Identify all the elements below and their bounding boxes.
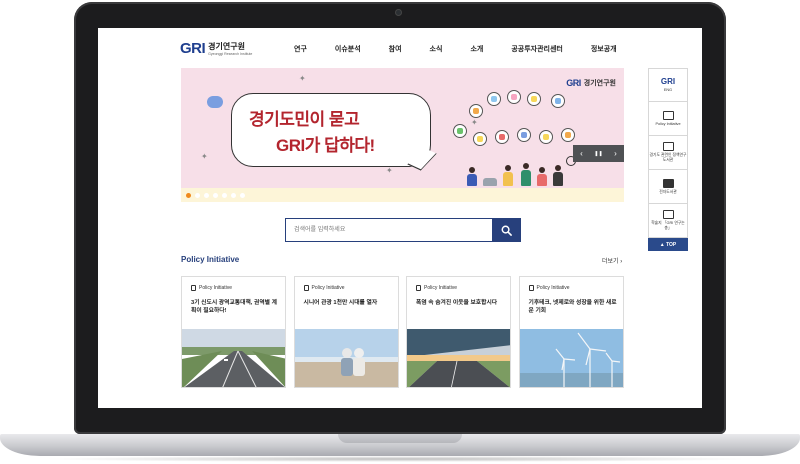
card-title: 기후테크, 넷제로와 성장을 위한 새로운 기회 [528, 300, 617, 314]
person-figure [521, 170, 531, 186]
sun-icon [561, 128, 575, 142]
sparkle-icon: ✦ [201, 152, 208, 161]
policy-card-list: Policy Initiative 3기 신도시 광역교통대책, 권역별 계획이… [181, 276, 624, 388]
search-button[interactable] [492, 218, 521, 242]
banner-headline-line2: GRI가 답하다! [276, 136, 375, 155]
quick-item-e-library[interactable]: 전자도서관 [648, 170, 688, 204]
card-image-highway [182, 329, 285, 387]
banner-brand-text: 경기연구원 [583, 80, 616, 87]
section-title: Policy Initiative [181, 255, 240, 264]
policy-card[interactable]: Policy Initiative 폭염 속 숨겨진 이웃을 보호합시다 [406, 276, 511, 388]
sparkle-icon: ✦ [386, 166, 393, 175]
document-chart-icon [662, 110, 674, 120]
site-header: GRI 경기연구원 Gyeonggi Research Institute 연구… [98, 28, 702, 68]
nav-information-disclosure[interactable]: 정보공개 [591, 44, 617, 54]
banner-brand: GRI 경기연구원 [566, 78, 616, 88]
card-title: 시니어 관광 1천만 시대를 열자 [303, 300, 378, 306]
nav-news[interactable]: 소식 [430, 44, 443, 54]
card-tag: Policy Initiative [311, 285, 345, 291]
document-icon [303, 285, 309, 291]
person-figure [503, 172, 513, 186]
policy-card[interactable]: Policy Initiative 시니어 관광 1천만 시대를 열자 [293, 276, 399, 388]
check-icon [453, 124, 467, 138]
card-title: 3기 신도시 광역교통대책, 권역별 계획이 필요하다! [191, 300, 277, 314]
chat-icon [487, 92, 501, 106]
banner-pause-button[interactable]: ❚❚ [590, 145, 607, 162]
slide-dot[interactable] [204, 193, 209, 198]
pig-icon [507, 90, 521, 104]
card-image-seniors-beach [294, 329, 398, 387]
main-nav: 연구 이슈분석 참여 소식 소개 공공투자관리센터 정보공개 [294, 44, 617, 54]
laptop-figure [483, 178, 497, 186]
card-tag: Policy Initiative [536, 285, 570, 291]
nav-research[interactable]: 연구 [294, 44, 307, 54]
quick-item-eng[interactable]: GRI ENG [648, 68, 688, 102]
gri-logo-mark: GRI [180, 40, 206, 57]
slide-dot[interactable] [222, 193, 227, 198]
slide-indicator [186, 193, 249, 198]
logo-korean: 경기연구원 [208, 42, 245, 51]
banner-next-button[interactable]: › [607, 145, 624, 162]
search-icon [501, 225, 512, 236]
laptop-notch [338, 434, 462, 443]
banner-gri-mark: GRI [566, 78, 581, 88]
nav-participation[interactable]: 참여 [389, 44, 402, 54]
policy-card[interactable]: Policy Initiative 기후테크, 넷제로와 성장을 위한 새로운 … [518, 276, 624, 388]
banner-prev-button[interactable]: ‹ [573, 145, 590, 162]
quick-menu: GRI ENG Policy Initiative 경기도 관련인 정책연구 도… [648, 68, 688, 251]
smile-icon [539, 130, 553, 144]
slide-dot[interactable] [240, 193, 245, 198]
policy-card[interactable]: Policy Initiative 3기 신도시 광역교통대책, 권역별 계획이… [181, 276, 286, 388]
browser-screen: GRI 경기연구원 Gyeonggi Research Institute 연구… [98, 28, 702, 408]
search-bar [285, 218, 521, 242]
camera-icon [395, 9, 402, 16]
nav-about[interactable]: 소개 [470, 44, 483, 54]
document-icon [528, 285, 534, 291]
bar-chart-icon [495, 130, 509, 144]
book-icon [662, 178, 674, 188]
graph-icon [517, 128, 531, 142]
site-logo[interactable]: GRI 경기연구원 Gyeonggi Research Institute [180, 40, 252, 57]
sparkle-icon: ✦ [471, 118, 478, 127]
card-image-solar-road [407, 329, 510, 387]
sparkle-icon: ✦ [299, 74, 306, 83]
slide-dot[interactable] [213, 193, 218, 198]
slide-dot[interactable] [186, 193, 191, 198]
card-title: 폭염 속 숨겨진 이웃을 보호합시다 [416, 300, 498, 306]
laptop-frame: GRI 경기연구원 Gyeonggi Research Institute 연구… [0, 0, 800, 464]
rocket-icon [469, 104, 483, 118]
document-icon [191, 285, 196, 291]
card-tag: Policy Initiative [424, 285, 458, 291]
chart-icon [551, 94, 565, 108]
card-image-wind-turbines [519, 329, 623, 387]
logo-english: Gyeonggi Research Institute [208, 52, 253, 56]
person-figure [553, 172, 563, 186]
person-figure [467, 174, 477, 186]
search-input[interactable] [285, 218, 492, 242]
slide-dot[interactable] [231, 193, 236, 198]
quick-item-journal[interactable]: 학술지 「GRI 연구논총」 [648, 204, 688, 238]
nav-public-investment-center[interactable]: 공공투자관리센터 [511, 44, 563, 54]
more-link[interactable]: 더보기 › [602, 256, 622, 265]
document-icon [416, 285, 421, 291]
idea-icon [473, 132, 487, 146]
bulb-icon [527, 92, 541, 106]
person-figure [537, 174, 547, 186]
banner-headline-line1: 경기도민이 묻고 [249, 110, 360, 129]
decor-bubble [207, 96, 223, 108]
quick-item-policy-initiative[interactable]: Policy Initiative [648, 102, 688, 136]
gri-logo-icon: GRI [660, 77, 676, 86]
card-tag: Policy Initiative [199, 285, 233, 291]
hero-banner[interactable]: ✦ ✦ ✦ ✦ 경기도민이 묻고 GRI가 답하다! GRI 경기연구원 [181, 68, 624, 202]
nav-issue-analysis[interactable]: 이슈분석 [335, 44, 361, 54]
library-icon [662, 142, 674, 151]
quick-item-policy-library[interactable]: 경기도 관련인 정책연구 도서관 [648, 136, 688, 170]
journal-icon [662, 210, 674, 219]
back-to-top-button[interactable]: ▲ TOP [648, 238, 688, 251]
slide-dot[interactable] [195, 193, 200, 198]
